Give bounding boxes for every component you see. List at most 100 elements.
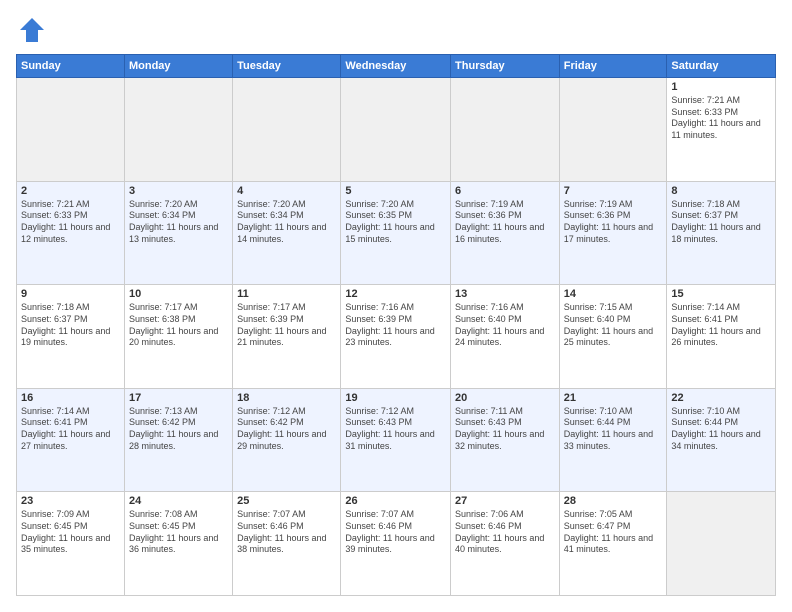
day-number: 4: [237, 185, 336, 197]
day-number: 6: [455, 185, 555, 197]
day-info: Sunrise: 7:14 AM Sunset: 6:41 PM Dayligh…: [671, 302, 771, 349]
day-info: Sunrise: 7:17 AM Sunset: 6:39 PM Dayligh…: [237, 302, 336, 349]
logo: [16, 16, 46, 44]
day-info: Sunrise: 7:10 AM Sunset: 6:44 PM Dayligh…: [564, 406, 663, 453]
calendar-cell: [124, 78, 232, 182]
day-number: 17: [129, 392, 228, 404]
calendar-cell: 2 Sunrise: 7:21 AM Sunset: 6:33 PM Daylig…: [17, 181, 125, 285]
calendar-cell: 14 Sunrise: 7:15 AM Sunset: 6:40 PM Dayli…: [559, 285, 667, 389]
day-info: Sunrise: 7:17 AM Sunset: 6:38 PM Dayligh…: [129, 302, 228, 349]
day-number: 7: [564, 185, 663, 197]
day-info: Sunrise: 7:05 AM Sunset: 6:47 PM Dayligh…: [564, 509, 663, 556]
calendar-cell: [341, 78, 451, 182]
day-number: 12: [345, 288, 446, 300]
day-number: 5: [345, 185, 446, 197]
day-number: 21: [564, 392, 663, 404]
day-number: 18: [237, 392, 336, 404]
day-number: 23: [21, 495, 120, 507]
calendar-cell: 18 Sunrise: 7:12 AM Sunset: 6:42 PM Dayli…: [233, 388, 341, 492]
day-number: 13: [455, 288, 555, 300]
day-number: 19: [345, 392, 446, 404]
calendar-cell: 28 Sunrise: 7:05 AM Sunset: 6:47 PM Dayli…: [559, 492, 667, 596]
calendar-cell: 17 Sunrise: 7:13 AM Sunset: 6:42 PM Dayli…: [124, 388, 232, 492]
day-info: Sunrise: 7:13 AM Sunset: 6:42 PM Dayligh…: [129, 406, 228, 453]
day-number: 10: [129, 288, 228, 300]
day-info: Sunrise: 7:18 AM Sunset: 6:37 PM Dayligh…: [671, 199, 771, 246]
calendar-cell: 5Sunrise: 7:20 AM Sunset: 6:35 PM Daylig…: [341, 181, 451, 285]
calendar-cell: 6 Sunrise: 7:19 AM Sunset: 6:36 PM Daylig…: [451, 181, 560, 285]
day-info: Sunrise: 7:14 AM Sunset: 6:41 PM Dayligh…: [21, 406, 120, 453]
calendar-body: 1 Sunrise: 7:21 AM Sunset: 6:33 PM Daylig…: [17, 78, 776, 596]
calendar-cell: [667, 492, 776, 596]
calendar-cell: 1 Sunrise: 7:21 AM Sunset: 6:33 PM Daylig…: [667, 78, 776, 182]
day-number: 8: [671, 185, 771, 197]
day-info: Sunrise: 7:12 AM Sunset: 6:43 PM Dayligh…: [345, 406, 446, 453]
day-number: 16: [21, 392, 120, 404]
day-number: 27: [455, 495, 555, 507]
header: [16, 16, 776, 44]
weekday-header-thursday: Thursday: [451, 55, 560, 78]
calendar-week-row: 1 Sunrise: 7:21 AM Sunset: 6:33 PM Daylig…: [17, 78, 776, 182]
calendar-cell: [233, 78, 341, 182]
day-number: 20: [455, 392, 555, 404]
day-info: Sunrise: 7:11 AM Sunset: 6:43 PM Dayligh…: [455, 406, 555, 453]
day-info: Sunrise: 7:07 AM Sunset: 6:46 PM Dayligh…: [237, 509, 336, 556]
day-number: 26: [345, 495, 446, 507]
day-number: 22: [671, 392, 771, 404]
calendar-cell: 21 Sunrise: 7:10 AM Sunset: 6:44 PM Dayli…: [559, 388, 667, 492]
weekday-header-sunday: Sunday: [17, 55, 125, 78]
calendar-cell: 12 Sunrise: 7:16 AM Sunset: 6:39 PM Dayli…: [341, 285, 451, 389]
calendar: SundayMondayTuesdayWednesdayThursdayFrid…: [16, 54, 776, 596]
calendar-cell: 7 Sunrise: 7:19 AM Sunset: 6:36 PM Daylig…: [559, 181, 667, 285]
calendar-cell: 16 Sunrise: 7:14 AM Sunset: 6:41 PM Dayli…: [17, 388, 125, 492]
calendar-cell: 4Sunrise: 7:20 AM Sunset: 6:34 PM Daylig…: [233, 181, 341, 285]
calendar-cell: 9 Sunrise: 7:18 AM Sunset: 6:37 PM Daylig…: [17, 285, 125, 389]
day-number: 9: [21, 288, 120, 300]
weekday-header-tuesday: Tuesday: [233, 55, 341, 78]
day-info: Sunrise: 7:19 AM Sunset: 6:36 PM Dayligh…: [564, 199, 663, 246]
calendar-cell: 20 Sunrise: 7:11 AM Sunset: 6:43 PM Dayli…: [451, 388, 560, 492]
calendar-cell: 11Sunrise: 7:17 AM Sunset: 6:39 PM Dayli…: [233, 285, 341, 389]
calendar-cell: 22 Sunrise: 7:10 AM Sunset: 6:44 PM Dayli…: [667, 388, 776, 492]
calendar-cell: 26 Sunrise: 7:07 AM Sunset: 6:46 PM Dayli…: [341, 492, 451, 596]
logo-icon: [18, 16, 46, 44]
page: SundayMondayTuesdayWednesdayThursdayFrid…: [0, 0, 792, 612]
day-info: Sunrise: 7:12 AM Sunset: 6:42 PM Dayligh…: [237, 406, 336, 453]
calendar-cell: 10 Sunrise: 7:17 AM Sunset: 6:38 PM Dayli…: [124, 285, 232, 389]
calendar-cell: 23 Sunrise: 7:09 AM Sunset: 6:45 PM Dayli…: [17, 492, 125, 596]
calendar-week-row: 16 Sunrise: 7:14 AM Sunset: 6:41 PM Dayli…: [17, 388, 776, 492]
calendar-cell: 15Sunrise: 7:14 AM Sunset: 6:41 PM Dayli…: [667, 285, 776, 389]
weekday-header-monday: Monday: [124, 55, 232, 78]
weekday-header-row: SundayMondayTuesdayWednesdayThursdayFrid…: [17, 55, 776, 78]
calendar-cell: 27 Sunrise: 7:06 AM Sunset: 6:46 PM Dayli…: [451, 492, 560, 596]
day-number: 14: [564, 288, 663, 300]
calendar-cell: 8 Sunrise: 7:18 AM Sunset: 6:37 PM Daylig…: [667, 181, 776, 285]
day-info: Sunrise: 7:19 AM Sunset: 6:36 PM Dayligh…: [455, 199, 555, 246]
weekday-header-wednesday: Wednesday: [341, 55, 451, 78]
day-number: 24: [129, 495, 228, 507]
day-number: 28: [564, 495, 663, 507]
day-info: Sunrise: 7:20 AM Sunset: 6:34 PM Dayligh…: [129, 199, 228, 246]
day-number: 3: [129, 185, 228, 197]
calendar-cell: 3 Sunrise: 7:20 AM Sunset: 6:34 PM Daylig…: [124, 181, 232, 285]
day-number: 2: [21, 185, 120, 197]
day-info: Sunrise: 7:16 AM Sunset: 6:39 PM Dayligh…: [345, 302, 446, 349]
day-info: Sunrise: 7:09 AM Sunset: 6:45 PM Dayligh…: [21, 509, 120, 556]
day-info: Sunrise: 7:07 AM Sunset: 6:46 PM Dayligh…: [345, 509, 446, 556]
calendar-cell: 25 Sunrise: 7:07 AM Sunset: 6:46 PM Dayli…: [233, 492, 341, 596]
day-info: Sunrise: 7:15 AM Sunset: 6:40 PM Dayligh…: [564, 302, 663, 349]
day-info: Sunrise: 7:10 AM Sunset: 6:44 PM Dayligh…: [671, 406, 771, 453]
calendar-cell: [559, 78, 667, 182]
day-info: Sunrise: 7:21 AM Sunset: 6:33 PM Dayligh…: [21, 199, 120, 246]
day-info: Sunrise: 7:06 AM Sunset: 6:46 PM Dayligh…: [455, 509, 555, 556]
day-number: 25: [237, 495, 336, 507]
day-info: Sunrise: 7:18 AM Sunset: 6:37 PM Dayligh…: [21, 302, 120, 349]
calendar-cell: 19 Sunrise: 7:12 AM Sunset: 6:43 PM Dayli…: [341, 388, 451, 492]
day-info: Sunrise: 7:21 AM Sunset: 6:33 PM Dayligh…: [671, 95, 771, 142]
calendar-cell: [451, 78, 560, 182]
calendar-week-row: 2 Sunrise: 7:21 AM Sunset: 6:33 PM Daylig…: [17, 181, 776, 285]
day-number: 1: [671, 81, 771, 93]
calendar-cell: 13Sunrise: 7:16 AM Sunset: 6:40 PM Dayli…: [451, 285, 560, 389]
weekday-header-friday: Friday: [559, 55, 667, 78]
day-info: Sunrise: 7:08 AM Sunset: 6:45 PM Dayligh…: [129, 509, 228, 556]
